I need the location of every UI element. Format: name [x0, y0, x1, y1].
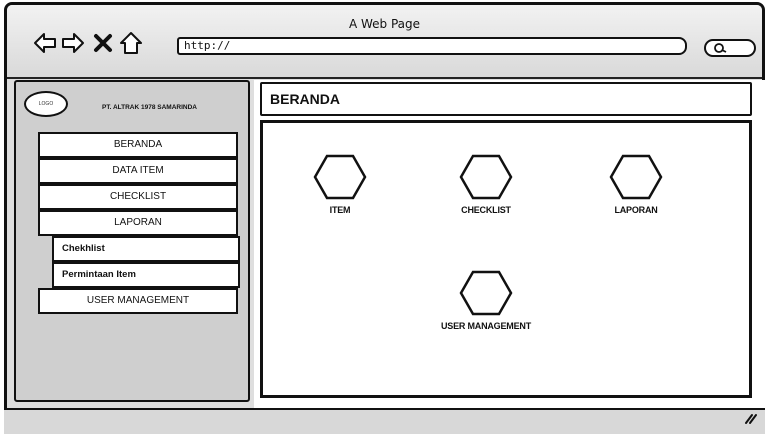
sidebar-item-data-item[interactable]: DATA ITEM — [38, 158, 238, 184]
hexagon-icon — [609, 154, 663, 200]
logo: LOGO — [24, 91, 68, 117]
browser-toolbar: A Web Page http:// — [7, 5, 762, 79]
tile-user-management[interactable]: USER MANAGEMENT — [418, 269, 554, 331]
resize-grip-icon[interactable] — [743, 412, 757, 424]
status-bar — [4, 408, 765, 434]
submenu-item-chekhlist[interactable]: Chekhlist — [52, 236, 240, 262]
dashboard-panel: ITEM CHECKLIST LAPORAN USER MANAGEMENT — [260, 120, 752, 398]
submenu-item-permintaan-item[interactable]: Permintaan Item — [52, 262, 240, 288]
hexagon-icon — [459, 154, 513, 200]
search-button[interactable] — [704, 39, 756, 57]
page-title: BERANDA — [260, 82, 752, 116]
tile-label: ITEM — [329, 205, 351, 215]
hexagon-icon — [459, 270, 513, 316]
search-icon — [714, 43, 727, 53]
tile-checklist[interactable]: CHECKLIST — [431, 153, 541, 215]
sidebar-item-checklist[interactable]: CHECKLIST — [38, 184, 238, 210]
tile-laporan[interactable]: LAPORAN — [581, 153, 691, 215]
url-input[interactable]: http:// — [177, 37, 687, 55]
home-icon[interactable] — [119, 31, 143, 55]
forward-arrow-icon[interactable] — [61, 31, 85, 55]
sidebar-item-laporan[interactable]: LAPORAN — [38, 210, 238, 236]
sidebar-item-beranda[interactable]: BERANDA — [38, 132, 238, 158]
tile-label: USER MANAGEMENT — [440, 321, 531, 331]
close-icon[interactable] — [91, 31, 115, 55]
sidebar: LOGO PT. ALTRAK 1978 SAMARINDA BERANDA D… — [14, 80, 250, 402]
company-name: PT. ALTRAK 1978 SAMARINDA — [102, 104, 197, 111]
main-content: BERANDA ITEM CHECKLIST LAPORAN USER MANA… — [254, 80, 771, 440]
tile-label: CHECKLIST — [461, 205, 511, 215]
tile-label: LAPORAN — [614, 205, 658, 215]
window-title: A Web Page — [348, 17, 421, 31]
back-arrow-icon[interactable] — [33, 31, 57, 55]
sidebar-item-user-management[interactable]: USER MANAGEMENT — [38, 288, 238, 314]
tile-item[interactable]: ITEM — [285, 153, 395, 215]
hexagon-icon — [313, 154, 367, 200]
